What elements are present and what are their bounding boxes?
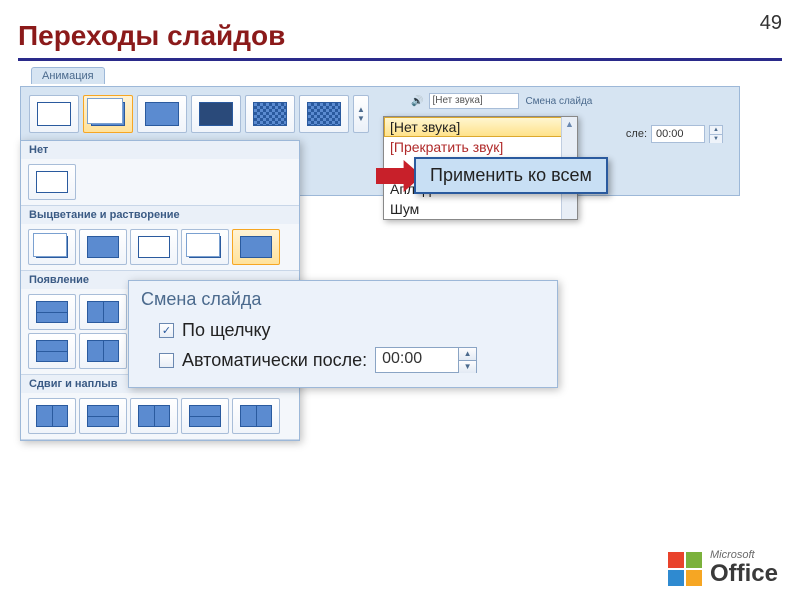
sound-dropdown[interactable]: [Нет звука] (429, 93, 519, 109)
auto-label: Автоматически после: (182, 350, 367, 371)
slide-change-panel: Смена слайда ✓ По щелчку Автоматически п… (128, 280, 558, 388)
auto-time-input[interactable]: 00:00 (375, 347, 459, 373)
transition-dissolve[interactable] (245, 95, 295, 133)
gallery-item[interactable] (79, 333, 127, 369)
sound-option-stop[interactable]: [Прекратить звук] (384, 137, 577, 157)
transition-none[interactable] (29, 95, 79, 133)
on-click-row[interactable]: ✓ По щелчку (159, 320, 545, 341)
gallery-item[interactable] (28, 398, 76, 434)
gallery-item[interactable] (232, 398, 280, 434)
transition-fade[interactable] (83, 95, 133, 133)
gallery-item[interactable] (181, 229, 229, 265)
office-logo-text: Microsoft Office (710, 550, 778, 588)
auto-checkbox[interactable] (159, 353, 174, 368)
time-mini-row: сле: 00:00 ▲▼ (626, 125, 723, 143)
on-click-label: По щелчку (182, 320, 271, 341)
gallery-item[interactable] (79, 229, 127, 265)
sound-option-none[interactable]: [Нет звука] (384, 117, 577, 137)
gallery-item[interactable] (232, 229, 280, 265)
transition-gallery-expand[interactable]: ▲▼ (353, 95, 369, 133)
sound-icon: 🔊 (411, 96, 423, 107)
gallery-section-none: Нет (21, 141, 299, 159)
auto-row[interactable]: Автоматически после: 00:00 ▲▼ (159, 347, 545, 373)
gallery-item[interactable] (181, 398, 229, 434)
auto-time-spinner[interactable]: ▲▼ (459, 347, 477, 373)
gallery-item[interactable] (28, 294, 76, 330)
smena-label: Смена слайда (525, 96, 592, 107)
time-mini-spinner[interactable]: ▲▼ (709, 125, 723, 143)
gallery-item[interactable] (79, 294, 127, 330)
ribbon-tab-animation[interactable]: Анимация (31, 67, 105, 84)
sound-control: 🔊 [Нет звука] Смена слайда (411, 93, 592, 109)
gallery-item[interactable] (28, 229, 76, 265)
gallery-item[interactable] (130, 398, 178, 434)
title-underline (18, 58, 782, 61)
gallery-section-fade: Выцветание и растворение (21, 206, 299, 224)
on-click-checkbox[interactable]: ✓ (159, 323, 174, 338)
office-logo-icon (668, 552, 702, 586)
gallery-item[interactable] (28, 333, 76, 369)
office-logo: Microsoft Office (668, 550, 778, 588)
sound-option-noise[interactable]: Шум (384, 199, 577, 219)
title-area: 49 Переходы слайдов (18, 20, 782, 61)
gallery-item[interactable] (28, 164, 76, 200)
transition-cut[interactable] (137, 95, 187, 133)
page-number: 49 (760, 12, 782, 35)
gallery-item[interactable] (79, 398, 127, 434)
apply-to-all-callout: Применить ко всем (414, 157, 608, 194)
slide-change-title: Смена слайда (141, 289, 545, 310)
transition-dark[interactable] (191, 95, 241, 133)
page-title: Переходы слайдов (18, 20, 782, 52)
transition-checker[interactable] (299, 95, 349, 133)
gallery-item[interactable] (130, 229, 178, 265)
time-mini-label: сле: (626, 128, 647, 140)
time-mini-value[interactable]: 00:00 (651, 125, 705, 143)
